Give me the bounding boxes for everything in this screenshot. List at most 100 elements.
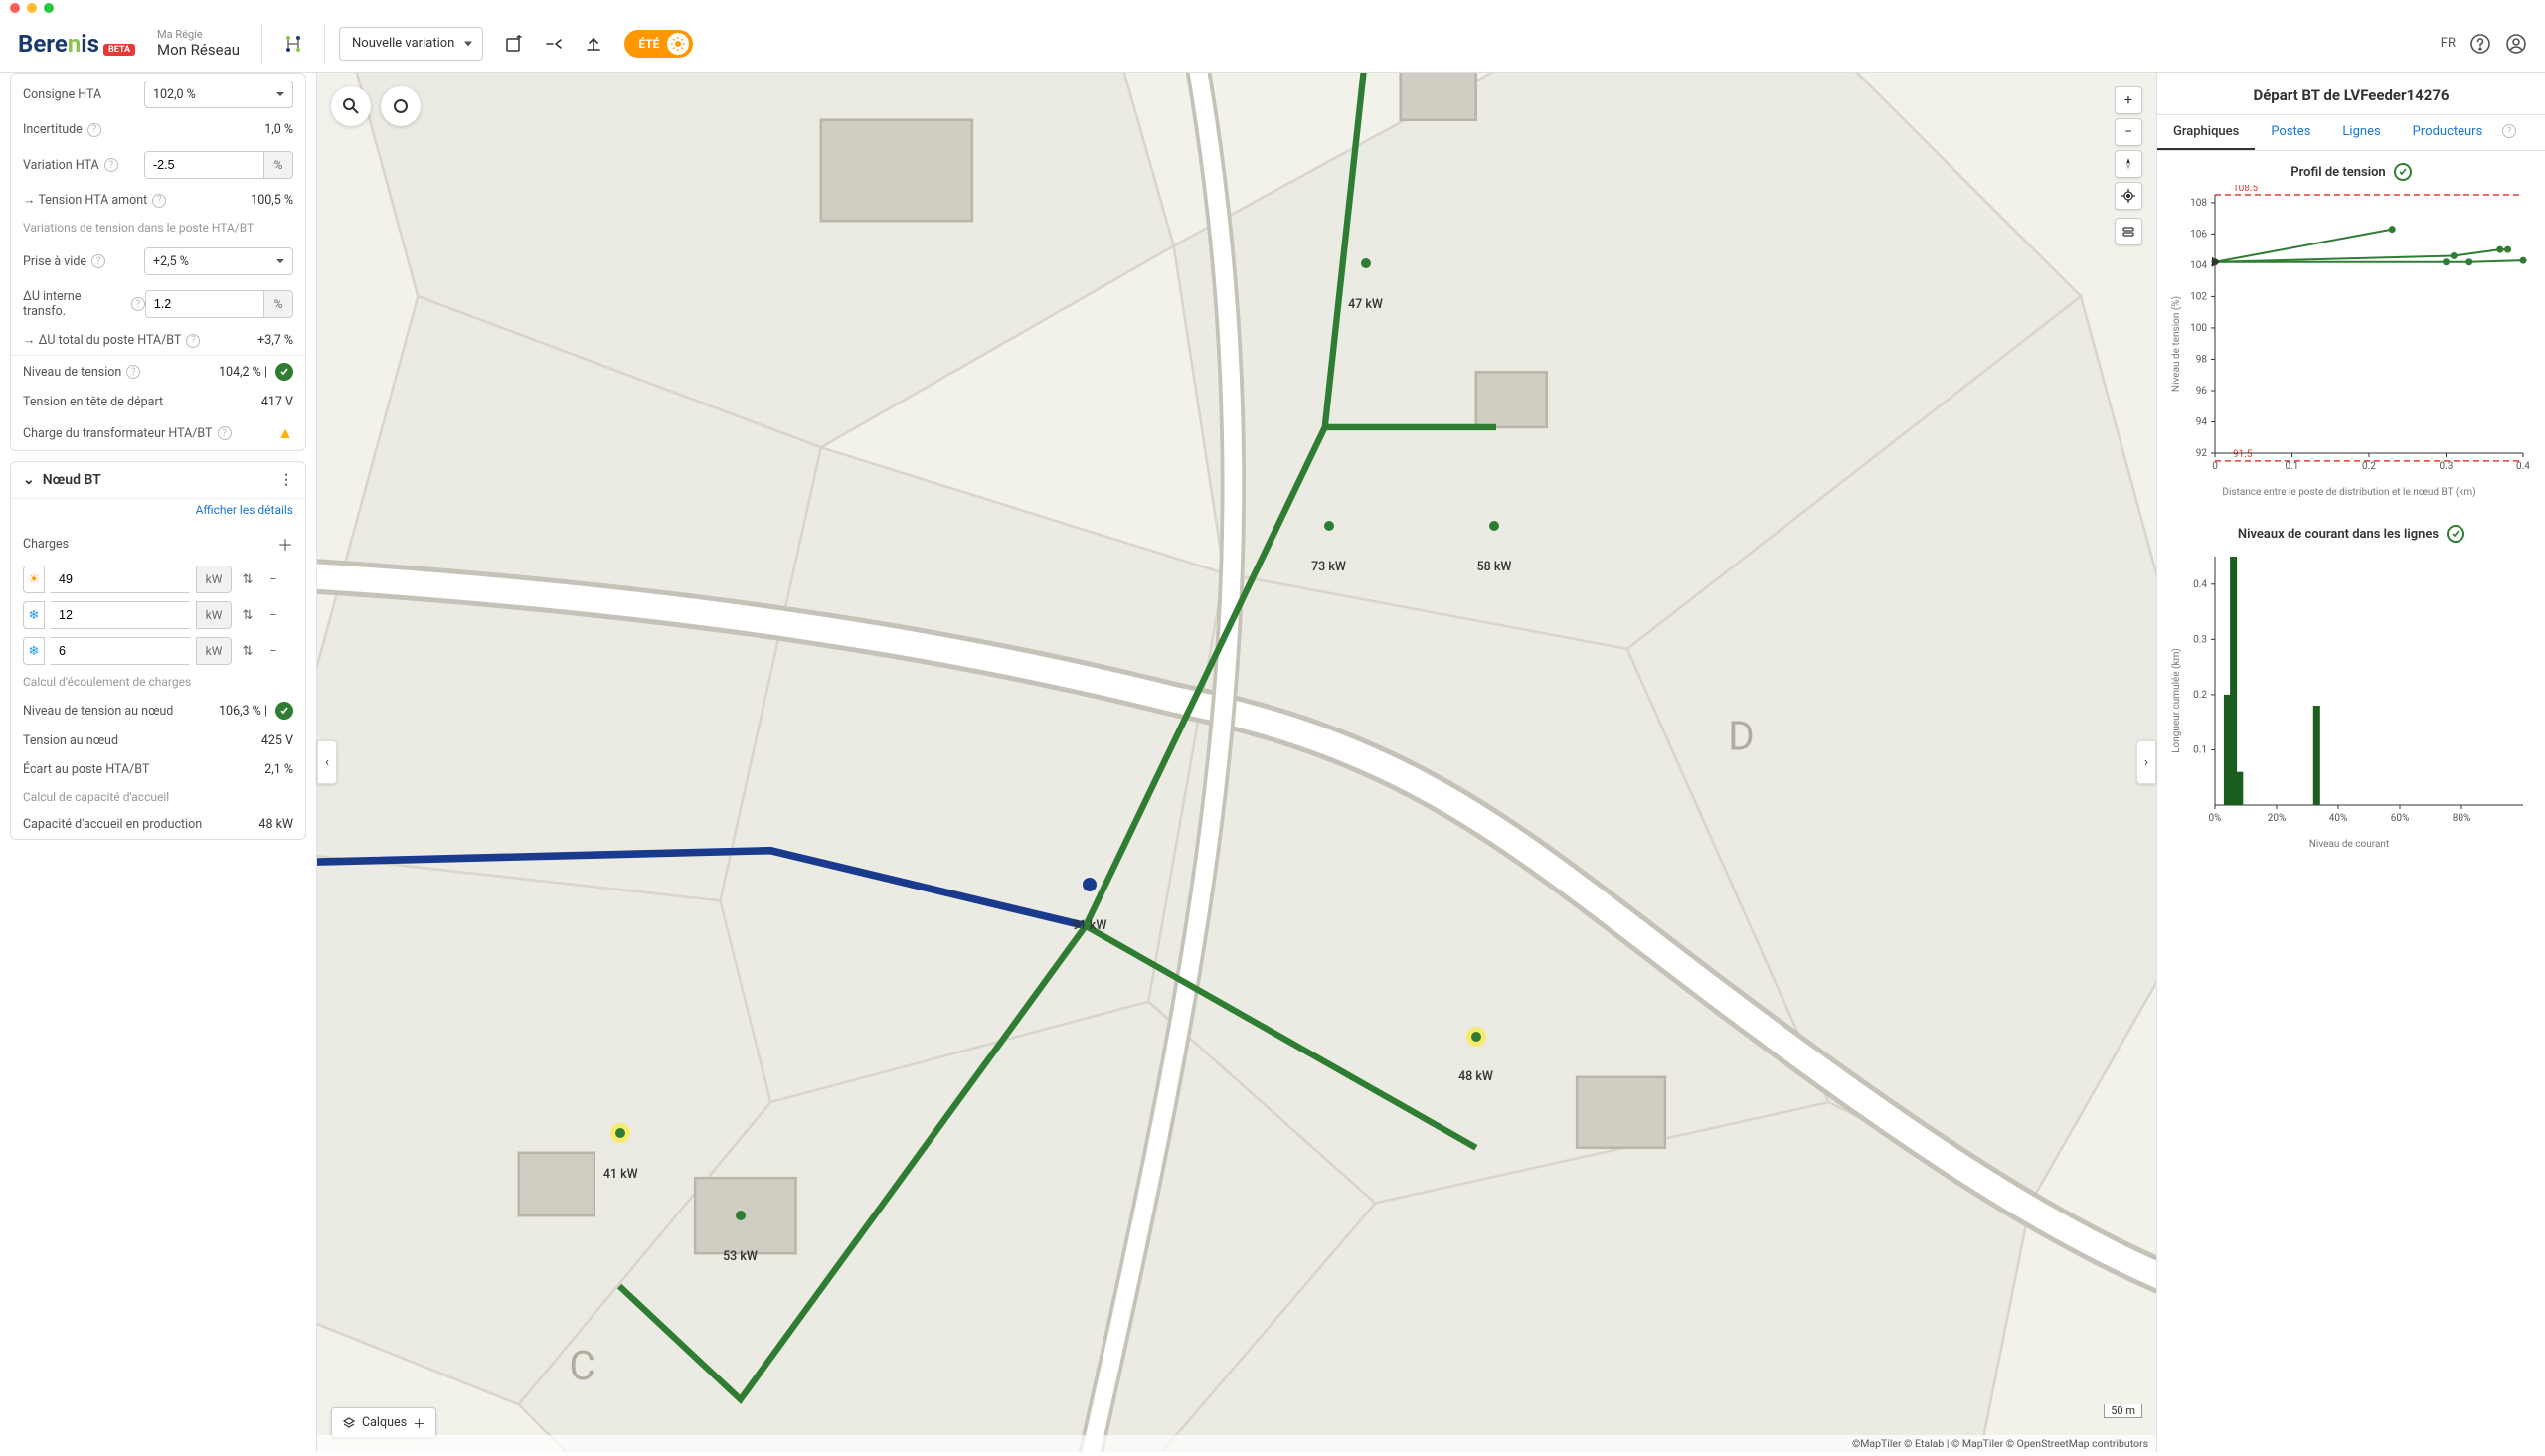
tab-lignes[interactable]: Lignes	[2326, 115, 2396, 150]
zoom-in-button[interactable]: +	[2115, 86, 2142, 114]
voltage-profile-chart: 108.591.59294969810010210410610800.10.20…	[2165, 185, 2533, 503]
remove-charge-button[interactable]: −	[263, 605, 283, 625]
close-window[interactable]	[10, 3, 20, 13]
help-icon[interactable]: ?	[131, 297, 145, 311]
help-icon[interactable]	[2469, 33, 2491, 55]
svg-text:D: D	[1728, 712, 1755, 759]
tab-postes[interactable]: Postes	[2255, 115, 2326, 150]
map-scale: 50 m	[2104, 1404, 2142, 1418]
window-controls	[0, 0, 2545, 15]
snow-icon: ❄	[23, 601, 45, 629]
sun-icon	[667, 33, 689, 55]
charge-value-input[interactable]	[51, 637, 190, 665]
help-icon[interactable]: ?	[2502, 124, 2516, 138]
map-canvas[interactable]: D C ZH 47 kW73 kW58 kW91 kW48 kW41 kW53 …	[316, 73, 2157, 1452]
svg-text:80%: 80%	[2453, 813, 2471, 824]
detail-title: Départ BT de LVFeeder14276	[2157, 73, 2545, 114]
help-icon[interactable]: ?	[126, 365, 140, 379]
prise-vide-select[interactable]: +2,5 %	[144, 247, 293, 275]
du-interne-input[interactable]: %	[145, 290, 293, 318]
collapse-right-button[interactable]: ›	[2136, 740, 2156, 784]
svg-text:0: 0	[2212, 461, 2218, 472]
tab-producteurs[interactable]: Producteurs	[2397, 115, 2499, 150]
maximize-window[interactable]	[44, 3, 54, 13]
remove-charge-button[interactable]: −	[263, 569, 283, 589]
help-icon[interactable]: ?	[152, 194, 166, 208]
network-node[interactable]	[1078, 873, 1102, 900]
charge-row: ☀ kW ⇅ −	[11, 562, 305, 597]
status-ok-icon	[2394, 163, 2412, 181]
add-charge-button[interactable]: ＋	[277, 532, 293, 556]
svg-text:106: 106	[2190, 229, 2207, 240]
collapse-left-button[interactable]: ‹	[317, 740, 337, 784]
unit-label: kW	[196, 637, 232, 665]
network-node[interactable]	[608, 1121, 632, 1149]
layers-button[interactable]	[2115, 218, 2142, 245]
map-locate-button[interactable]	[381, 86, 421, 126]
variation-hta-input[interactable]: %	[144, 151, 293, 179]
help-icon[interactable]: ?	[186, 334, 200, 348]
right-panel: Départ BT de LVFeeder14276 GraphiquesPos…	[2157, 73, 2545, 1452]
minimize-window[interactable]	[27, 3, 37, 13]
user-icon[interactable]	[2505, 33, 2527, 55]
help-icon[interactable]: ?	[91, 254, 105, 268]
geolocate-button[interactable]	[2115, 182, 2142, 210]
warning-icon: ▲	[277, 423, 293, 443]
svg-text:102: 102	[2190, 291, 2207, 302]
svg-text:0.1: 0.1	[2193, 744, 2207, 755]
compass-button[interactable]	[2115, 150, 2142, 178]
status-ok-badge	[275, 702, 293, 720]
charge-value-input[interactable]	[51, 601, 190, 629]
tab-graphiques[interactable]: Graphiques	[2157, 115, 2255, 150]
svg-text:94: 94	[2196, 416, 2208, 427]
beta-badge: BETA	[103, 44, 135, 56]
show-details-link[interactable]: Afficher les détails	[196, 503, 293, 517]
adjust-icon[interactable]: ⇅	[238, 569, 257, 589]
adjust-icon[interactable]: ⇅	[238, 605, 257, 625]
svg-text:0.1: 0.1	[2286, 461, 2299, 472]
network-node[interactable]	[1354, 251, 1378, 279]
svg-text:108: 108	[2190, 198, 2207, 209]
sun-icon: ☀	[23, 566, 45, 593]
unit-label: kW	[196, 566, 232, 593]
map-search-button[interactable]	[331, 86, 371, 126]
add-map-icon[interactable]	[497, 27, 531, 61]
language-select[interactable]: FR	[2441, 36, 2456, 51]
network-node[interactable]	[729, 1204, 753, 1231]
svg-text:Niveau de courant: Niveau de courant	[2309, 839, 2389, 850]
season-toggle[interactable]: ÉTÉ	[624, 30, 693, 58]
adjust-icon[interactable]: ⇅	[238, 641, 257, 661]
svg-text:40%: 40%	[2329, 813, 2348, 824]
svg-text:92: 92	[2196, 448, 2208, 459]
help-icon[interactable]: ?	[104, 158, 118, 172]
app-logo: Berenis BETA	[18, 30, 135, 58]
detail-tabs: GraphiquesPostesLignesProducteurs?	[2157, 114, 2545, 151]
unit-label: kW	[196, 601, 232, 629]
noeud-bt-header[interactable]: ⌄ Nœud BT ⋮	[11, 462, 305, 498]
map-layers-control[interactable]: Calques＋	[331, 1407, 436, 1438]
merge-icon[interactable]	[537, 27, 571, 61]
svg-text:C: C	[569, 1342, 594, 1389]
network-tree-icon[interactable]	[276, 27, 310, 61]
consigne-hta-select[interactable]: 102,0 %	[144, 81, 293, 108]
svg-text:0.4: 0.4	[2193, 579, 2207, 590]
svg-text:20%: 20%	[2268, 813, 2287, 824]
network-node[interactable]	[1482, 514, 1506, 542]
status-ok-badge	[275, 363, 293, 381]
chart1-title: Profil de tension	[2157, 151, 2545, 185]
node-label: 41 kW	[603, 1167, 638, 1182]
zoom-out-button[interactable]: −	[2115, 118, 2142, 146]
network-node[interactable]	[1464, 1025, 1488, 1052]
charge-value-input[interactable]	[51, 566, 190, 593]
node-label: 91 kW	[1073, 918, 1107, 933]
remove-charge-button[interactable]: −	[263, 641, 283, 661]
svg-text:60%: 60%	[2391, 813, 2410, 824]
network-node[interactable]	[1317, 514, 1341, 542]
variation-select[interactable]: Nouvelle variation	[339, 27, 483, 61]
help-icon[interactable]: ?	[87, 123, 101, 137]
help-icon[interactable]: ?	[218, 426, 232, 440]
network-selector[interactable]: Ma Régie Mon Réseau	[157, 28, 240, 59]
upload-icon[interactable]	[577, 27, 610, 61]
kebab-menu-icon[interactable]: ⋮	[279, 472, 293, 488]
svg-text:0.3: 0.3	[2440, 461, 2454, 472]
